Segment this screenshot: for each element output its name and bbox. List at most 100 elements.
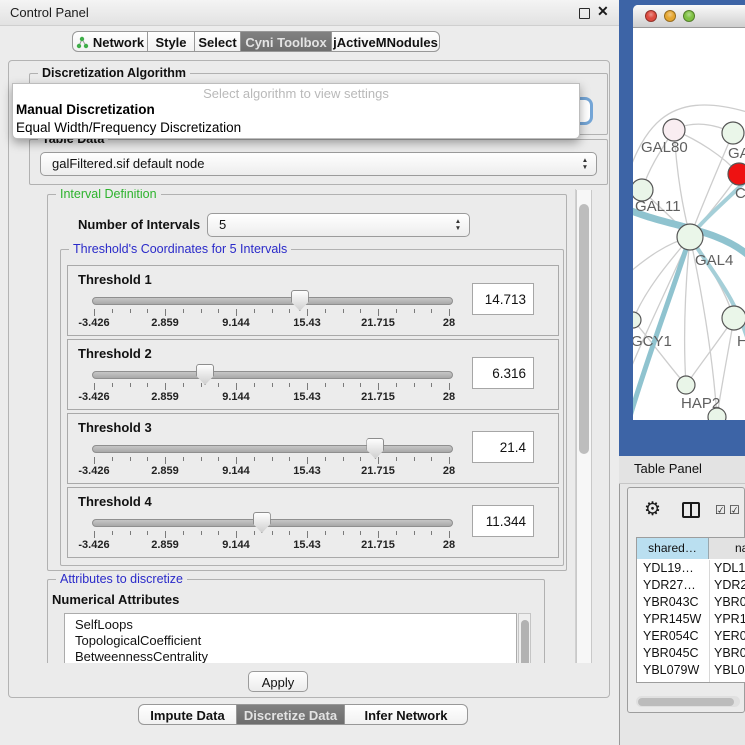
columns-icon[interactable]	[682, 502, 700, 518]
slider-tick-label: 2.859	[140, 317, 190, 329]
tab-jactivemnodules[interactable]: jActiveMNodules	[331, 31, 440, 52]
number-of-intervals-combobox[interactable]: 5 ▲▼	[207, 213, 470, 237]
tab-impute-data[interactable]: Impute Data	[138, 704, 237, 725]
threshold-value-field[interactable]: 11.344	[472, 505, 534, 537]
slider-handle[interactable]	[253, 512, 271, 533]
table-horizontal-scrollbar[interactable]	[636, 696, 740, 707]
table-cell[interactable]: YDR27…	[643, 577, 707, 594]
slider-track[interactable]	[92, 519, 453, 527]
threshold-label: Threshold 1	[78, 272, 152, 287]
table-row[interactable]: YLR345W YLR3	[637, 679, 745, 683]
settings-vertical-scrollbar[interactable]	[576, 190, 592, 663]
slider-handle[interactable]	[366, 438, 384, 459]
slider-tick	[130, 457, 131, 461]
table-row[interactable]: YDR27… YDR2	[637, 577, 745, 594]
table-cell[interactable]: YBL079W	[643, 662, 707, 679]
numerical-attributes-list[interactable]: SelfLoopsTopologicalCoefficientBetweenne…	[64, 613, 517, 663]
zoom-traffic-light-icon[interactable]	[683, 10, 695, 22]
table-row[interactable]: YBR043C YBR0	[637, 594, 745, 611]
table-cell[interactable]: YDR2	[714, 577, 745, 594]
network-node-node-red[interactable]	[728, 163, 745, 185]
threshold-value-field[interactable]: 14.713	[472, 283, 534, 315]
close-traffic-light-icon[interactable]	[645, 10, 657, 22]
tab-select[interactable]: Select	[194, 31, 241, 52]
table-cell[interactable]: YBR043C	[643, 594, 707, 611]
table-column-header[interactable]: na	[709, 538, 745, 559]
checkbox-icon[interactable]: ☑	[729, 503, 740, 517]
slider-tick	[218, 457, 219, 461]
number-of-intervals-value: 5	[219, 214, 226, 236]
table-cell[interactable]: YDL1	[714, 560, 745, 577]
float-window-icon[interactable]	[579, 8, 590, 19]
table-cell[interactable]: YLR345W	[643, 679, 707, 683]
slider-tick	[360, 457, 361, 461]
table-cell[interactable]: YER0	[714, 628, 745, 645]
table-panel-window: ⚙ ☑ ☑ shared…naYDL19…YDL1YDR27…YDR2YBR04…	[627, 487, 745, 713]
network-edge[interactable]	[690, 133, 733, 237]
table-row[interactable]: YDL19… YDL1	[637, 560, 745, 577]
table-cell[interactable]: YPR145W	[643, 611, 707, 628]
table-column-header[interactable]: shared…	[637, 538, 709, 559]
slider-track[interactable]	[92, 371, 453, 379]
tab-infer-network[interactable]: Infer Network	[344, 704, 468, 725]
node-table[interactable]: shared…naYDL19…YDL1YDR27…YDR2YBR043CYBR0…	[636, 537, 745, 683]
table-cell[interactable]: YLR3	[714, 679, 745, 683]
threshold-value-field[interactable]: 21.4	[472, 431, 534, 463]
tab-discretize-data[interactable]: Discretize Data	[236, 704, 345, 725]
slider-handle[interactable]	[291, 290, 309, 311]
table-cell[interactable]: YPR1	[714, 611, 745, 628]
network-node-HAP2[interactable]	[677, 376, 695, 394]
network-node-GAL80[interactable]	[663, 119, 685, 141]
attribute-item[interactable]: SelfLoops	[65, 614, 516, 633]
tab-cyni-toolbox[interactable]: Cyni Toolbox	[240, 31, 332, 52]
network-node-GAL4[interactable]	[677, 224, 703, 250]
apply-button[interactable]: Apply	[248, 671, 308, 692]
threshold-value-field[interactable]: 6.316	[472, 357, 534, 389]
gear-icon[interactable]: ⚙	[644, 498, 661, 521]
slider-tick-label: 15.43	[282, 391, 332, 403]
algorithm-option[interactable]: Equal Width/Frequency Discretization	[16, 120, 241, 135]
slider-tick	[431, 457, 432, 461]
network-node-node-top-right[interactable]	[722, 122, 744, 144]
table-row[interactable]: YBL079W YBL0	[637, 662, 745, 679]
table-row[interactable]: YER054C YER0	[637, 628, 745, 645]
algorithm-option[interactable]: Manual Discretization	[16, 102, 155, 117]
network-edge[interactable]	[685, 237, 690, 385]
slider-track[interactable]	[92, 297, 453, 305]
tab-style[interactable]: Style	[147, 31, 195, 52]
table-cell[interactable]: YBR0	[714, 645, 745, 662]
slider-tick	[343, 309, 344, 313]
slider-handle[interactable]	[196, 364, 214, 385]
algorithm-dropdown-popup: Select algorithm to view settings Manual…	[12, 83, 580, 139]
attributes-list-scrollbar[interactable]	[518, 613, 531, 663]
attribute-item[interactable]: BetweennessCentrality	[65, 649, 516, 663]
table-cell[interactable]: YER054C	[643, 628, 707, 645]
minimize-traffic-light-icon[interactable]	[664, 10, 676, 22]
table-row[interactable]: YBR045C YBR0	[637, 645, 745, 662]
attribute-item[interactable]: TopologicalCoefficient	[65, 633, 516, 649]
slider-track[interactable]	[92, 445, 453, 453]
network-window-titlebar[interactable]	[633, 5, 745, 28]
slider-tick-label: -3.426	[69, 539, 119, 551]
network-canvas[interactable]: GAL80GACGAL11GAL4GCY1HHAP2	[633, 28, 745, 420]
slider-tick	[343, 457, 344, 461]
tab-label: Discretize Data	[244, 708, 337, 723]
tab-label: Impute Data	[150, 708, 224, 723]
table-row[interactable]: YPR145W YPR1	[637, 611, 745, 628]
table-cell[interactable]: YBL0	[714, 662, 745, 679]
tab-network[interactable]: Network	[72, 31, 148, 52]
network-node-GCY1[interactable]	[633, 312, 641, 328]
network-view-window[interactable]: GAL80GACGAL11GAL4GCY1HHAP2	[619, 0, 745, 456]
checkbox-icon[interactable]: ☑	[715, 503, 726, 517]
close-icon[interactable]: ✕	[597, 3, 609, 20]
number-of-intervals-label: Number of Intervals	[78, 217, 200, 232]
table-data-combobox[interactable]: galFiltered.sif default node ▲▼	[40, 152, 597, 176]
network-node-node-right-h[interactable]	[722, 306, 745, 330]
table-header-row: shared…na	[637, 538, 745, 559]
table-cell[interactable]: YBR0	[714, 594, 745, 611]
slider-tick-label: 15.43	[282, 317, 332, 329]
slider-tick	[236, 309, 237, 316]
slider-tick	[254, 531, 255, 535]
table-cell[interactable]: YBR045C	[643, 645, 707, 662]
table-cell[interactable]: YDL19…	[643, 560, 707, 577]
